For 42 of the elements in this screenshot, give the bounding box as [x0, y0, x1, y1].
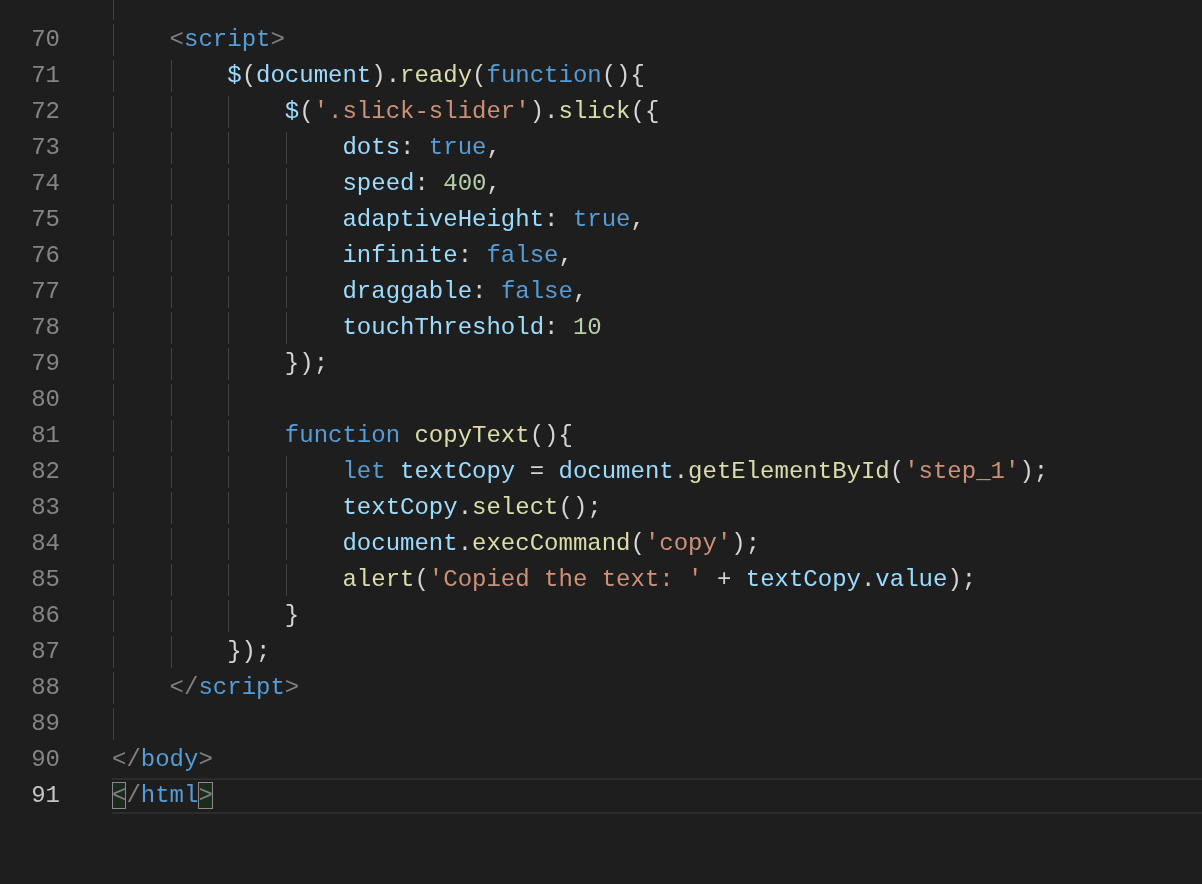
line-number: 78 — [31, 313, 60, 343]
code-line: alert('Copied the text: ' + textCopy.value); — [341, 566, 977, 593]
code-line: </html> — [112, 782, 213, 809]
code-line: $('.slick-slider').slick({ — [283, 98, 660, 125]
code-line: dots: true, — [341, 134, 501, 161]
code-line: let textCopy = document.getElementById('step_1'); — [341, 458, 1049, 485]
code-line: }); — [283, 350, 329, 377]
code-line: <script> — [168, 26, 285, 53]
line-number: 74 — [31, 169, 60, 199]
line-number: 82 — [31, 457, 60, 487]
line-number: 87 — [31, 637, 60, 667]
code-line: } — [283, 602, 300, 629]
line-number: 89 — [31, 709, 60, 739]
code-line: infinite: false, — [341, 242, 573, 269]
code-line: }); — [226, 638, 271, 665]
code-line: function copyText(){ — [283, 422, 573, 449]
line-number: 83 — [31, 493, 60, 523]
line-number: 90 — [31, 745, 60, 775]
line-number: 75 — [31, 205, 60, 235]
code-line: touchThreshold: 10 — [341, 314, 602, 341]
line-number: 84 — [31, 529, 60, 559]
line-number: 77 — [31, 277, 60, 307]
line-number: 81 — [31, 421, 60, 451]
code-line: adaptiveHeight: true, — [341, 206, 645, 233]
code-line: </script> — [168, 674, 300, 701]
code-line: $(document).ready(function(){ — [226, 62, 645, 89]
line-number: 72 — [31, 97, 60, 127]
line-number: 70 — [31, 25, 60, 55]
line-number: 73 — [31, 133, 60, 163]
line-number: 86 — [31, 601, 60, 631]
code-line: document.execCommand('copy'); — [341, 530, 761, 557]
line-number: 76 — [31, 241, 60, 271]
line-number: 71 — [31, 61, 60, 91]
code-line: </body> — [112, 746, 213, 773]
line-number: 80 — [31, 385, 60, 415]
code-line: textCopy.select(); — [341, 494, 602, 521]
line-number: 91 — [31, 781, 60, 811]
code-line: speed: 400, — [341, 170, 501, 197]
line-number: 79 — [31, 349, 60, 379]
line-number: 88 — [31, 673, 60, 703]
line-number: 85 — [31, 565, 60, 595]
code-line: draggable: false, — [341, 278, 588, 305]
